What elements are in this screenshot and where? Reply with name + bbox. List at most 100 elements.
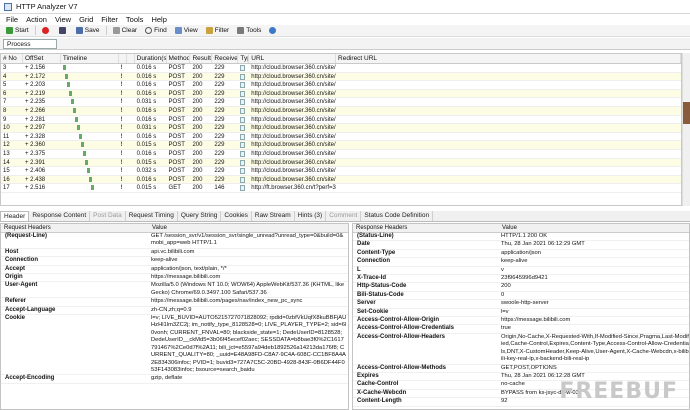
menu-file[interactable]: File [2, 15, 22, 24]
tab-query-string[interactable]: Query String [178, 211, 222, 221]
row-timeline [61, 159, 119, 167]
grid-header: # No OffSet Timeline Duration(s) Method … [1, 54, 681, 64]
row-redirect [336, 98, 681, 106]
menu-grid[interactable]: Grid [75, 15, 97, 24]
header-row[interactable]: Accept-Encoding gzip, deflate [1, 375, 348, 384]
table-row[interactable]: 9 + 2.281! 0.016 s POST 200 229 http://cloud.b… [1, 116, 681, 125]
table-row[interactable]: 10 + 2.297! 0.031 s POST 200 229 http://cloud.… [1, 124, 681, 133]
help-button[interactable] [265, 25, 282, 36]
tab-hints[interactable]: Hints (3) [295, 211, 327, 221]
header-row[interactable]: Referer https://message.bilibili.com/page… [1, 298, 348, 307]
col-no[interactable]: # No [1, 54, 23, 63]
tab-raw-stream[interactable]: Raw Stream [252, 211, 295, 221]
col-url[interactable]: URL [249, 54, 337, 63]
header-row[interactable]: Accept-Language zh-CN,zh;q=0.9 [1, 307, 348, 316]
table-row[interactable]: 12 + 2.360! 0.015 s POST 200 229 http://cloud.… [1, 141, 681, 150]
row-url: http://cloud.browser.360.cn/site/info [251, 107, 337, 114]
table-row[interactable]: 8 + 2.266! 0.016 s POST 200 229 http://cloud.b… [1, 106, 681, 116]
menu-action[interactable]: Action [22, 15, 51, 24]
tab-post-data[interactable]: Post Data [90, 211, 126, 221]
header-row[interactable]: Bili-Status-Code 0 [353, 292, 689, 301]
row-result: 200 [192, 82, 203, 89]
header-row[interactable]: User-Agent Mozilla/5.0 (Windows NT 10.0; … [1, 282, 348, 299]
header-row[interactable]: Connection keep-alive [1, 257, 348, 266]
warning-icon: ! [120, 99, 123, 106]
table-row[interactable]: 11 + 2.328! 0.016 s POST 200 229 http://cloud.… [1, 133, 681, 142]
type-icon [238, 81, 249, 89]
header-row[interactable]: Origin https://message.bilibili.com [1, 274, 348, 283]
row-timeline [61, 107, 119, 115]
row-duration: 0.015 s [136, 142, 157, 149]
header-row[interactable]: Server swoole-http-server [353, 300, 689, 309]
row-url: http://cloud.browser.360.cn/site/info [251, 73, 337, 80]
row-url: http://cloud.browser.360.cn/site/info [251, 176, 337, 183]
header-row[interactable]: Date Thu, 28 Jan 2021 06:12:29 GMT [353, 241, 689, 250]
tab-cookies[interactable]: Cookies [221, 211, 252, 221]
col-type[interactable]: Type [238, 54, 250, 63]
process-filter-input[interactable]: Process [3, 38, 57, 49]
table-row[interactable]: 13 + 2.375! 0.016 s POST 200 229 http://cloud.… [1, 150, 681, 159]
col-method[interactable]: Method [167, 54, 191, 63]
table-row[interactable]: 7 + 2.235! 0.031 s POST 200 229 http://cloud.b… [1, 98, 681, 107]
info-icon [127, 73, 135, 81]
row-redirect [336, 116, 681, 124]
info-icon [127, 167, 135, 175]
table-row[interactable]: 6 + 2.219! 0.016 s POST 200 229 http://cloud.b… [1, 89, 681, 99]
header-row[interactable]: Set-Cookie l=v [353, 309, 689, 318]
row-duration: 0.016 s [136, 65, 157, 71]
header-row[interactable]: (Status-Line) HTTP/1.1 200 OK [353, 233, 689, 242]
menu-tools[interactable]: Tools [122, 15, 148, 24]
tab-request-timing[interactable]: Request Timing [126, 211, 178, 221]
col-duration[interactable]: Duration(s) [135, 54, 167, 63]
header-row[interactable]: Access-Control-Allow-Credentials true [353, 325, 689, 334]
view-dropdown[interactable]: View [171, 25, 202, 36]
grid-scrollbar[interactable] [682, 53, 690, 206]
header-row[interactable]: Content-Type application/json [353, 250, 689, 259]
header-row[interactable]: Connection keep-alive [353, 258, 689, 267]
save-button[interactable]: Save [72, 25, 104, 36]
header-row[interactable]: (Request-Line) GET /session_svr/v1/sessio… [1, 233, 348, 249]
clear-button[interactable]: Clear [109, 25, 142, 36]
table-row[interactable]: 14 + 2.391! 0.015 s POST 200 229 http://cloud.… [1, 158, 681, 168]
table-row[interactable]: 16 + 2.438! 0.016 s POST 200 229 http://cloud.… [1, 175, 681, 185]
table-row[interactable]: 15 + 2.406! 0.032 s POST 200 229 http://cloud.… [1, 167, 681, 176]
table-row[interactable]: 3 + 2.156! 0.016 s POST 200 229 http://cloud.b… [1, 64, 681, 73]
col-warning[interactable] [119, 54, 127, 63]
header-row[interactable]: Host api.vc.bilibili.com [1, 249, 348, 258]
header-row[interactable]: Http-Status-Code 200 [353, 283, 689, 292]
header-row[interactable]: Lv [353, 267, 689, 276]
app-icon [4, 2, 12, 11]
header-key: X-Trace-Id [357, 275, 387, 282]
table-row[interactable]: 4 + 2.172! 0.016 s POST 200 229 http://cloud.b… [1, 72, 681, 82]
col-offset[interactable]: OffSet [23, 54, 61, 63]
col-result[interactable]: Result [190, 54, 213, 63]
col-received[interactable]: Received [212, 54, 239, 63]
col-info[interactable] [127, 54, 135, 63]
row-offset: + 2.391 [24, 159, 46, 166]
start-button[interactable]: Start [2, 25, 33, 36]
tab-status-code-definition[interactable]: Status Code Definition [361, 211, 434, 221]
tools-dropdown[interactable]: Tools [233, 25, 265, 36]
header-row[interactable]: X-Trace-Id 23f9645996d9421 [353, 275, 689, 284]
header-row[interactable]: Cookie l=v; LIVE_BUVID=AUTO52157270718280… [1, 315, 348, 376]
menu-view[interactable]: View [51, 15, 75, 24]
pause-button[interactable] [55, 25, 72, 36]
tab-response-content[interactable]: Response Content [29, 211, 91, 221]
warning-icon: ! [120, 185, 123, 192]
header-row[interactable]: Access-Control-Allow-Origin https://messa… [353, 317, 689, 326]
stop-button[interactable] [38, 25, 55, 36]
row-no: 7 [3, 99, 7, 106]
find-button[interactable]: Find [141, 25, 171, 36]
table-row[interactable]: 17 + 2.516! 0.015 s GET 200 146 http://ft.brow… [1, 184, 681, 193]
header-row[interactable]: Access-Control-Allow-Methods GET,POST,OPT… [353, 365, 689, 373]
header-row[interactable]: Access-Control-Allow-Headers Origin,No-Ca… [353, 334, 689, 365]
menu-filter[interactable]: Filter [97, 15, 122, 24]
menu-help[interactable]: Help [147, 15, 170, 24]
filter-dropdown[interactable]: Filter [202, 25, 233, 36]
col-timeline[interactable]: Timeline [61, 54, 119, 63]
table-row[interactable]: 5 + 2.203! 0.016 s POST 200 229 http://cloud.b… [1, 81, 681, 90]
tab-header[interactable]: Header [0, 211, 30, 221]
tab-comment[interactable]: Comment [326, 211, 362, 221]
col-redirect-url[interactable]: Redirect URL [336, 54, 681, 63]
header-row[interactable]: Accept application/json, text/plain, */* [1, 266, 348, 275]
